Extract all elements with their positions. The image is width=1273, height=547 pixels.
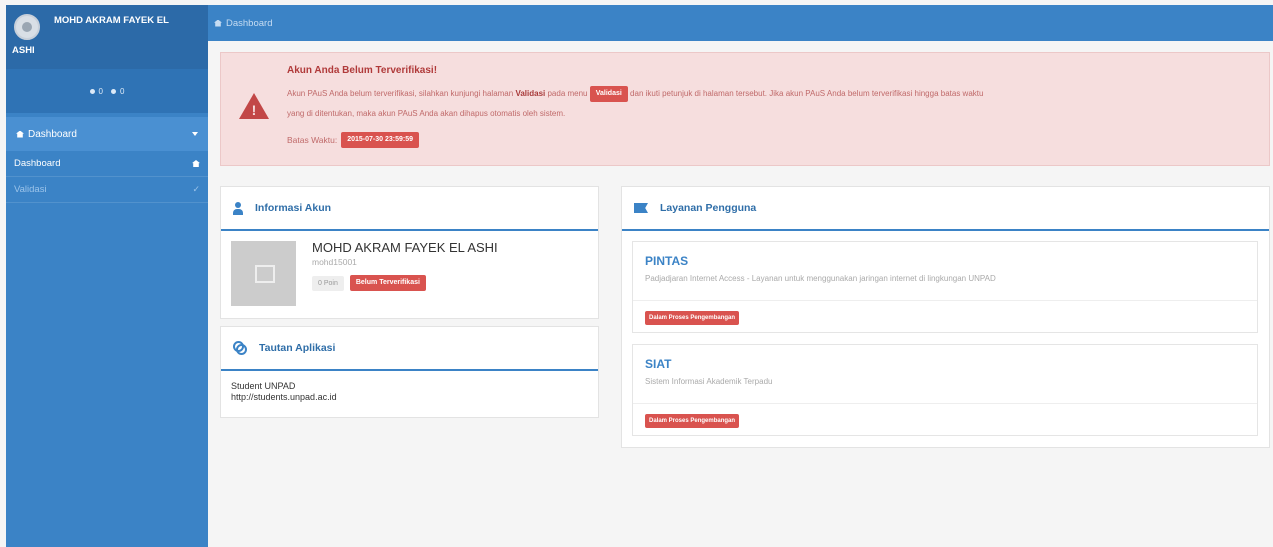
account-username: mohd15001 [312, 257, 357, 267]
service-footer: Dalam Proses Pengembangan [633, 403, 1257, 435]
sidebar: MOHD AKRAM FAYEK EL ASHI 0 0 Dashboard D… [6, 5, 208, 547]
sidebar-item-label: Validasi [14, 184, 47, 195]
chevron-down-icon [192, 132, 198, 136]
alert-title: Akun Anda Belum Terverifikasi! [287, 65, 438, 76]
deadline-row: Batas Waktu: 2015-07-30 23:59:59 [287, 132, 1253, 148]
alert-text: yang di ditentukan, maka akun PAuS Anda … [287, 109, 566, 118]
points-badge: 0 Poin [312, 275, 344, 291]
alert-text-bold: Validasi [515, 89, 546, 98]
alert-text: pada menu [547, 89, 588, 98]
link-icon [233, 341, 247, 355]
service-card-pintas[interactable]: PINTAS Padjadjaran Internet Access - Lay… [632, 241, 1258, 333]
app-link-url[interactable]: http://students.unpad.ac.id [231, 392, 588, 403]
panel-header: Layanan Pengguna [622, 187, 1269, 231]
home-icon [214, 19, 222, 27]
flag-icon [634, 203, 648, 213]
panel-header: Tautan Aplikasi [221, 327, 598, 371]
user-stats: 0 0 [6, 69, 208, 113]
user-header: MOHD AKRAM FAYEK EL ASHI [6, 5, 208, 69]
home-icon [192, 160, 200, 167]
account-info-panel: Informasi Akun MOHD AKRAM FAYEK EL ASHI … [220, 186, 599, 319]
topbar: Dashboard [208, 5, 1273, 41]
user-icon [89, 88, 95, 94]
home-icon [16, 130, 24, 138]
stat-chip[interactable]: 0 [111, 87, 124, 96]
deadline-label: Batas Waktu: [287, 135, 338, 145]
service-footer: Dalam Proses Pengembangan [633, 300, 1257, 332]
check-icon: ✓ [192, 184, 200, 194]
user-icon [233, 201, 243, 215]
user-name-continued: ASHI [12, 45, 35, 56]
panel-title: Tautan Aplikasi [259, 342, 336, 354]
sidebar-item-validasi[interactable]: Validasi ✓ [6, 177, 208, 203]
user-avatar[interactable] [14, 14, 40, 40]
account-name: MOHD AKRAM FAYEK EL ASHI [312, 240, 498, 255]
profile-image-placeholder [231, 241, 296, 306]
app-link-name: Student UNPAD [231, 381, 296, 391]
sidebar-item-label: Dashboard [14, 158, 61, 169]
breadcrumb[interactable]: Dashboard [226, 18, 272, 29]
deadline-value: 2015-07-30 23:59:59 [341, 132, 420, 148]
panel-title: Layanan Pengguna [660, 202, 757, 214]
service-card-siat[interactable]: SIAT Sistem Informasi Akademik Terpadu D… [632, 344, 1258, 436]
service-status-badge: Dalam Proses Pengembangan [645, 311, 740, 325]
app-links-panel: Tautan Aplikasi Student UNPAD http://stu… [220, 326, 599, 418]
panel-header: Informasi Akun [221, 187, 598, 231]
verification-alert: Akun Anda Belum Terverifikasi! Akun PAuS… [220, 52, 1270, 166]
alert-text: dan ikuti petunjuk di halaman tersebut. … [630, 89, 984, 98]
stat-value: 0 [98, 86, 103, 96]
nav-section-label: Dashboard [28, 128, 77, 140]
stat-value: 0 [120, 86, 125, 96]
service-description: Padjadjaran Internet Access - Layanan un… [645, 274, 996, 283]
service-description: Sistem Informasi Akademik Terpadu [645, 377, 773, 386]
service-status-badge: Dalam Proses Pengembangan [645, 414, 740, 428]
alert-text: Akun PAuS Anda belum terverifikasi, sila… [287, 89, 514, 98]
user-name: MOHD AKRAM FAYEK EL [54, 15, 169, 26]
panel-title: Informasi Akun [255, 202, 332, 214]
account-info-body: MOHD AKRAM FAYEK EL ASHI mohd15001 0 Poi… [221, 231, 598, 306]
validasi-menu-tag: Validasi [589, 85, 628, 102]
user-icon [111, 88, 116, 94]
stat-chip[interactable]: 0 [89, 86, 103, 96]
service-title[interactable]: PINTAS [633, 242, 1257, 268]
sidebar-item-dashboard[interactable]: Dashboard [6, 151, 208, 177]
warning-icon [239, 93, 269, 119]
user-services-panel: Layanan Pengguna PINTAS Padjadjaran Inte… [621, 186, 1270, 448]
alert-body: Akun PAuS Anda belum terverifikasi, sila… [287, 84, 1253, 124]
account-badges: 0 Poin Belum Terverifikasi [312, 275, 498, 291]
status-badge: Belum Terverifikasi [349, 275, 426, 291]
account-details: MOHD AKRAM FAYEK EL ASHI mohd15001 0 Poi… [312, 240, 498, 291]
nav-section-dashboard[interactable]: Dashboard [6, 117, 208, 151]
service-title[interactable]: SIAT [633, 345, 1257, 371]
app-link-item[interactable]: Student UNPAD http://students.unpad.ac.i… [221, 371, 598, 413]
